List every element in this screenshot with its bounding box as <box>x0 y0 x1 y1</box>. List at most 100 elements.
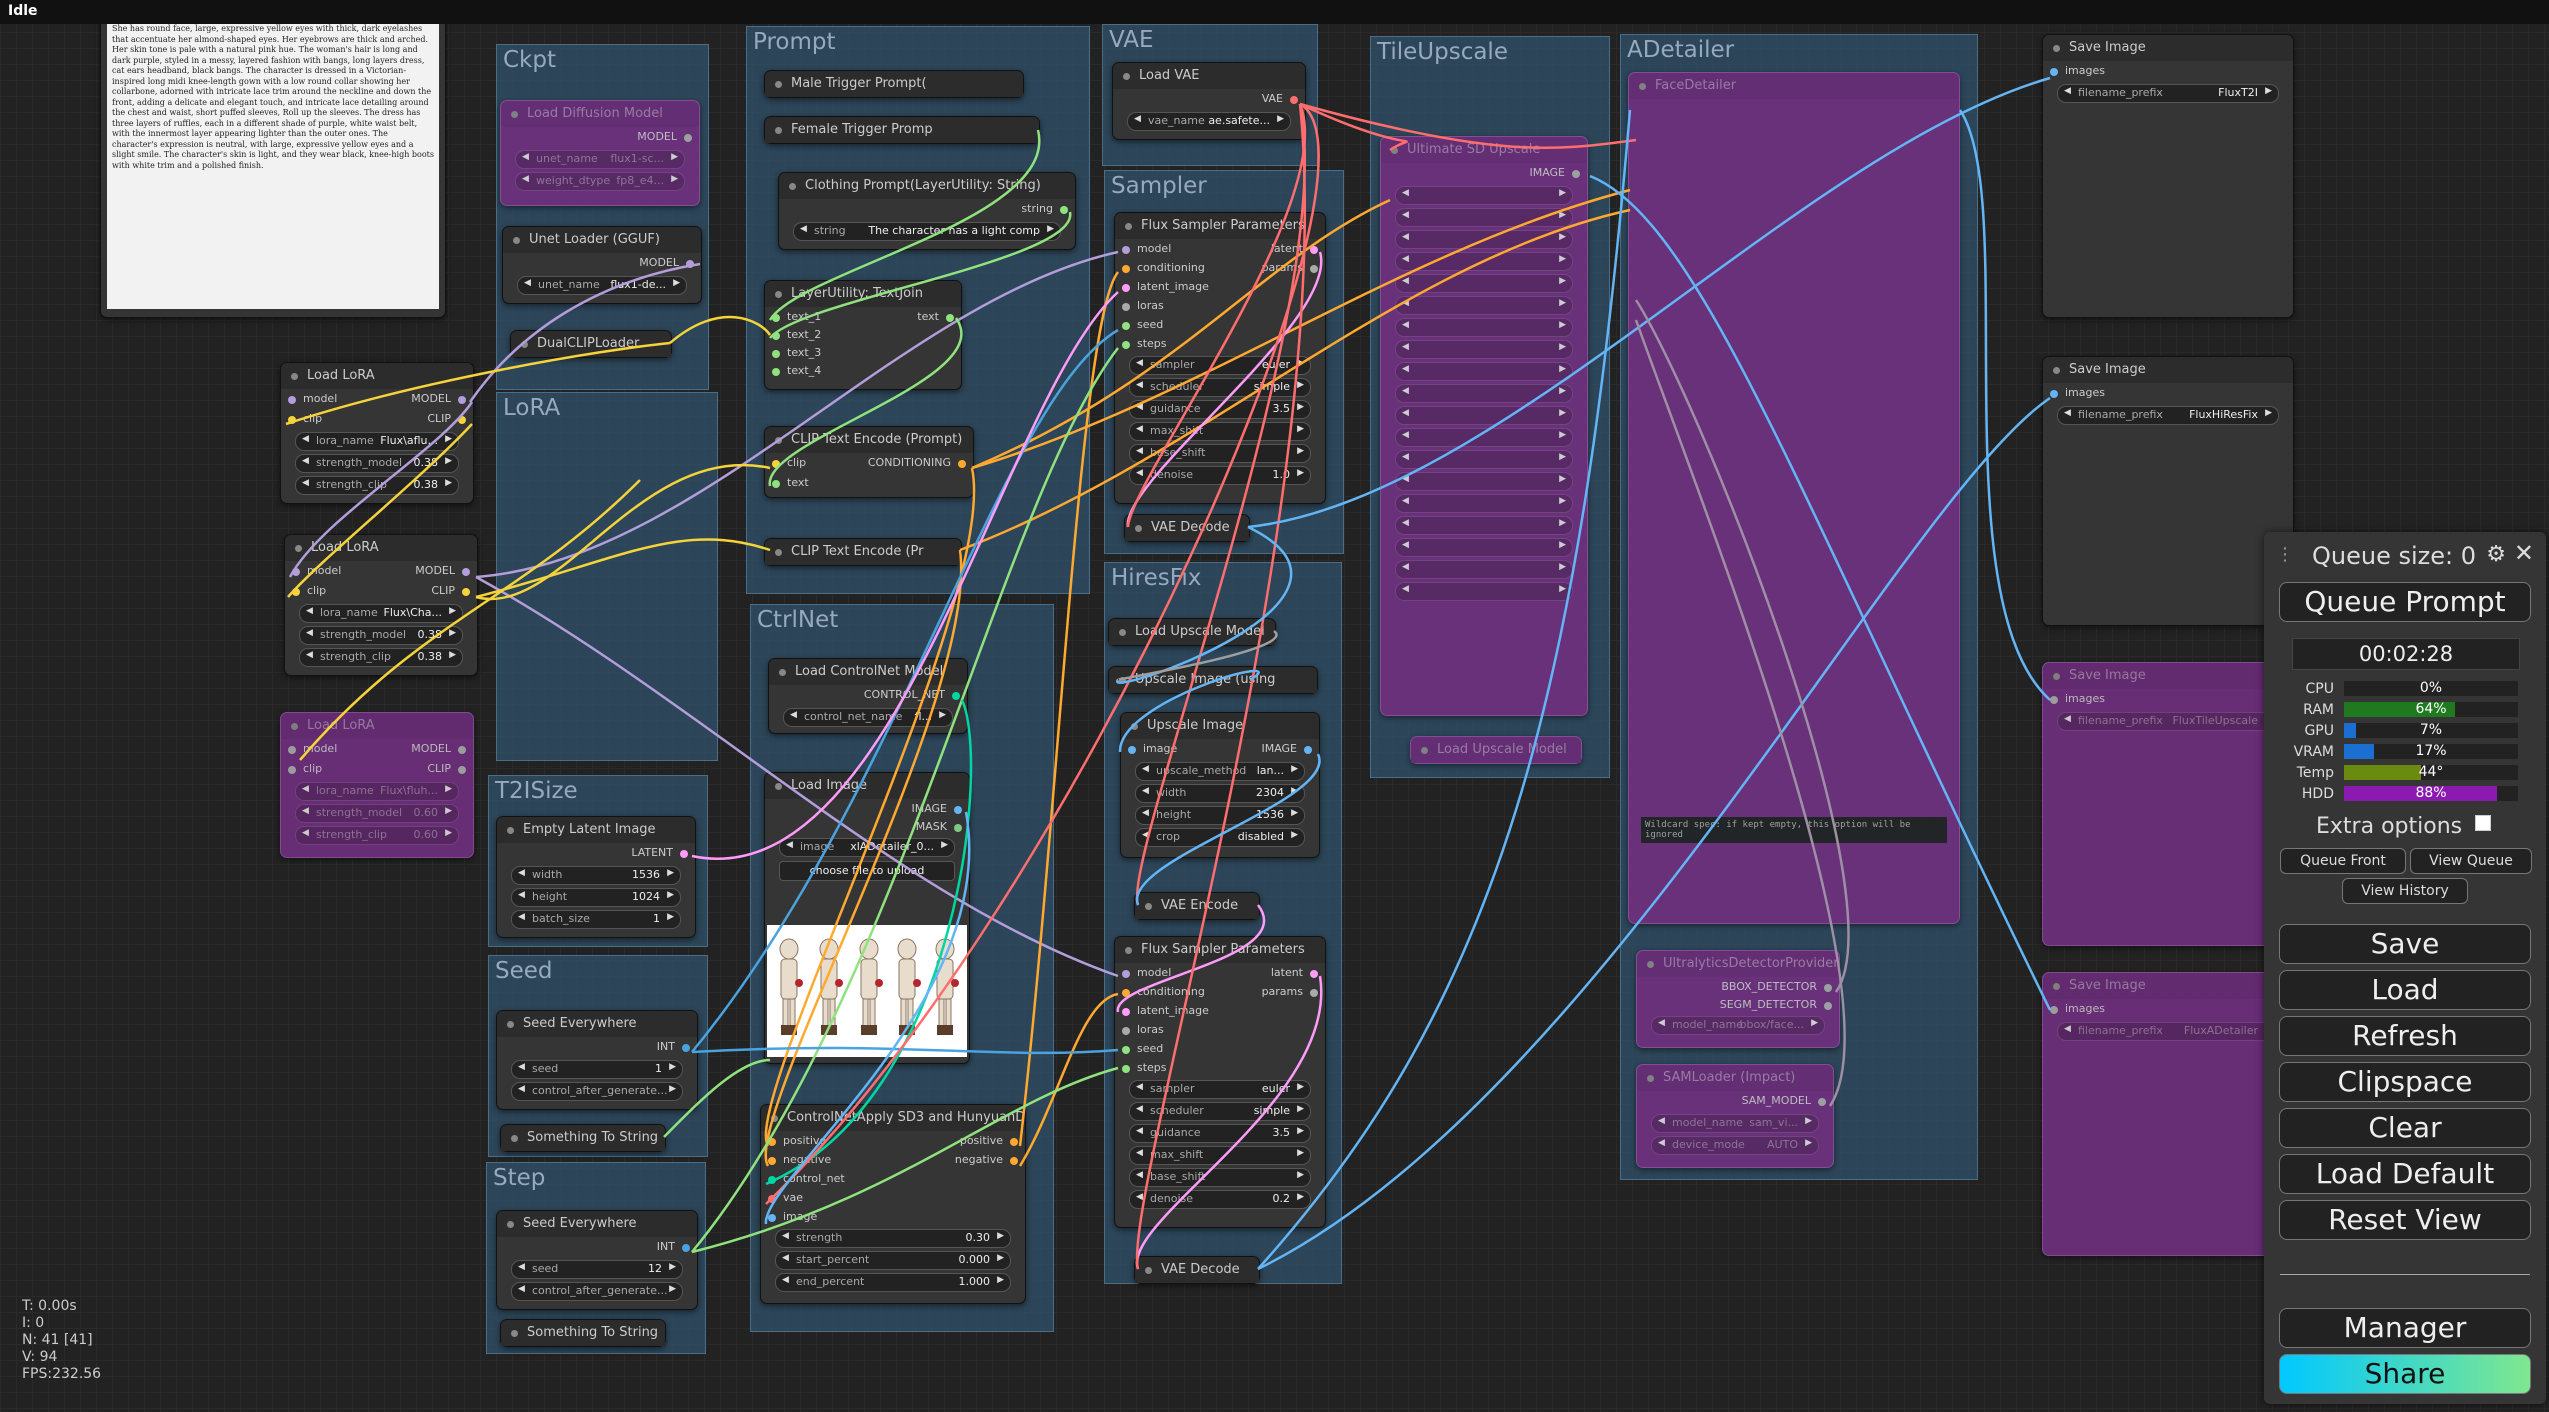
load-default-button[interactable]: Load Default <box>2279 1154 2531 1194</box>
seed-widget[interactable] <box>1395 208 1573 227</box>
tile-padding-widget[interactable] <box>1395 428 1573 447</box>
batch-size-widget[interactable]: batch_size1 <box>511 910 681 929</box>
choose-file-button[interactable]: choose file to upload <box>779 861 955 881</box>
denoise-widget[interactable]: denoise1.0 <box>1129 466 1311 485</box>
denoise-widget[interactable]: denoise0.2 <box>1129 1190 1311 1209</box>
max-shift-widget[interactable]: max_shift <box>1129 1146 1311 1165</box>
wildcard-textarea[interactable]: Wildcard spec: if kept empty, this optio… <box>1641 817 1947 843</box>
weight-dtype-widget[interactable]: weight_dtypefp8_e4... <box>515 172 685 191</box>
textjoin-node[interactable]: LayerUtility: TextJoin text_1 text text_2… <box>764 280 962 390</box>
control-net-name-widget[interactable]: control_net_namefl... <box>783 708 953 727</box>
base-shift-widget[interactable]: base_shift <box>1129 444 1311 463</box>
sampler-widget[interactable]: samplereuler <box>1129 1080 1311 1099</box>
model-name-widget[interactable]: model_namesam_vi... <box>1651 1114 1819 1133</box>
lora-name-widget[interactable]: lora_nameFlux\aflu... <box>295 432 459 451</box>
denoise-widget[interactable] <box>1395 318 1573 337</box>
cfg-widget[interactable] <box>1395 252 1573 271</box>
control-after-generate-widget[interactable]: control_after_generate... <box>511 1082 683 1101</box>
empty-latent-image-node[interactable]: Empty Latent Image LATENT width1536 heig… <box>496 816 696 938</box>
reset-view-button[interactable]: Reset View <box>2279 1200 2531 1240</box>
load-controlnet-model-node[interactable]: Load ControlNet Model CONTROL_NET contro… <box>768 658 968 734</box>
mode-widget[interactable] <box>1395 340 1573 359</box>
female-trigger-prompt-node[interactable]: Female Trigger Promp <box>764 116 1040 144</box>
seam-fix-mask-blur-widget[interactable] <box>1395 516 1573 535</box>
seed-everywhere-node-1[interactable]: Seed Everywhere INT seed1 control_after_… <box>496 1010 698 1110</box>
share-button[interactable]: Share <box>2279 1354 2531 1394</box>
save-image-node-3[interactable]: Save Image images filename_prefixFluxTil… <box>2042 662 2294 946</box>
seam-fix-denoise-widget[interactable] <box>1395 472 1573 491</box>
manager-button[interactable]: Manager <box>2279 1308 2531 1348</box>
node-graph-canvas[interactable]: Idle She has round face, large, expressi… <box>0 0 2549 1412</box>
controlnet-apply-node[interactable]: ControlNetApply SD3 and HunyuanDiT posit… <box>760 1104 1026 1304</box>
queue-front-button[interactable]: Queue Front <box>2280 848 2406 874</box>
string-widget[interactable]: stringThe character has a light comp <box>793 222 1061 241</box>
upscale-method-widget[interactable]: upscale_methodlan... <box>1135 762 1305 781</box>
refresh-button[interactable]: Refresh <box>2279 1016 2531 1056</box>
clipspace-button[interactable]: Clipspace <box>2279 1062 2531 1102</box>
dualcliploader-node[interactable]: DualCLIPLoader <box>510 330 672 358</box>
load-lora-node-3[interactable]: Load LoRA modelMODEL clipCLIP lora_nameF… <box>280 712 474 858</box>
lora-name-widget[interactable]: lora_nameFlux\Cha... <box>299 604 463 623</box>
sampler-widget[interactable]: samplereuler <box>1129 356 1311 375</box>
close-icon[interactable]: ✕ <box>2514 539 2534 567</box>
filename-prefix-widget[interactable]: filename_prefixFluxHiResFix <box>2057 406 2279 425</box>
vae-encode-node[interactable]: VAE Encode <box>1134 892 1260 920</box>
load-vae-node[interactable]: Load VAE VAE vae_nameae.safete... <box>1112 62 1306 140</box>
prompt-note-node[interactable]: She has round face, large, expressive ye… <box>100 14 446 318</box>
view-history-button[interactable]: View History <box>2342 878 2468 904</box>
scheduler-widget[interactable] <box>1395 296 1573 315</box>
ultimate-sd-upscale-node[interactable]: Ultimate SD Upscale IMAGE <box>1380 136 1588 716</box>
queue-prompt-button[interactable]: Queue Prompt <box>2279 582 2531 622</box>
strength-clip-widget[interactable]: strength_clip0.38 <box>295 476 459 495</box>
load-button[interactable]: Load <box>2279 970 2531 1010</box>
extra-options[interactable]: Extra options <box>2316 814 2492 839</box>
strength-clip-widget[interactable]: strength_clip0.60 <box>295 826 459 845</box>
force-uniform-tiles-widget[interactable] <box>1395 560 1573 579</box>
image-widget[interactable]: imagexlADetailer_0... <box>779 838 955 857</box>
start-percent-widget[interactable]: start_percent0.000 <box>775 1251 1011 1270</box>
strength-model-widget[interactable]: strength_model0.60 <box>295 804 459 823</box>
queue-menu-panel[interactable]: ⋮ Queue size: 0 ⚙ ✕ Queue Prompt 00:02:2… <box>2264 532 2546 1404</box>
flux-sampler-params-node-1[interactable]: Flux Sampler Parameters model latent cond… <box>1114 212 1326 504</box>
seam-fix-padding-widget[interactable] <box>1395 538 1573 557</box>
save-image-node-4[interactable]: Save Image images filename_prefixFluxADe… <box>2042 972 2294 1256</box>
width-widget[interactable]: width2304 <box>1135 784 1305 803</box>
something-to-string-node-2[interactable]: Something To String <box>500 1319 666 1347</box>
ultralytics-detector-node[interactable]: UltralyticsDetectorProvider BBOX_DETECTO… <box>1636 950 1840 1048</box>
something-to-string-node-1[interactable]: Something To String <box>500 1124 666 1152</box>
unet-name-widget[interactable]: unet_nameflux1-de... <box>517 276 687 295</box>
model-name-widget[interactable]: model_namebbox/face... <box>1651 1016 1825 1035</box>
load-upscale-model-node-2[interactable]: Load Upscale Model <box>1410 736 1582 764</box>
steps-widget[interactable] <box>1395 230 1573 249</box>
flux-sampler-params-node-2[interactable]: Flux Sampler Parameters model latent cond… <box>1114 936 1326 1228</box>
control-after-generate-widget[interactable]: control_after_generate... <box>511 1282 683 1301</box>
strength-clip-widget[interactable]: strength_clip0.38 <box>299 648 463 667</box>
strength-model-widget[interactable]: strength_model0.38 <box>295 454 459 473</box>
load-lora-node-1[interactable]: Load LoRA modelMODEL clipCLIP lora_nameF… <box>280 362 474 504</box>
drag-handle-icon[interactable]: ⋮ <box>2276 544 2294 565</box>
height-widget[interactable]: height1024 <box>511 888 681 907</box>
filename-prefix-widget[interactable]: filename_prefixFluxT2I <box>2057 84 2279 103</box>
sampler-widget[interactable] <box>1395 274 1573 293</box>
load-image-node[interactable]: Load Image IMAGE MASK imagexlADetailer_0… <box>764 772 970 1064</box>
seed-widget[interactable]: seed1 <box>511 1060 683 1079</box>
clip-text-encode-node-2[interactable]: CLIP Text Encode (Pr <box>764 538 962 566</box>
view-queue-button[interactable]: View Queue <box>2410 848 2532 874</box>
filename-prefix-widget[interactable]: filename_prefixFluxTileUpscale <box>2057 712 2279 731</box>
guidance-widget[interactable]: guidance3.5 <box>1129 400 1311 419</box>
clip-text-encode-node[interactable]: CLIP Text Encode (Prompt) clip CONDITIONI… <box>764 426 974 498</box>
lora-name-widget[interactable]: lora_nameFlux\fluh... <box>295 782 459 801</box>
strength-widget[interactable]: strength0.30 <box>775 1229 1011 1248</box>
scheduler-widget[interactable]: schedulersimple <box>1129 1102 1311 1121</box>
width-widget[interactable]: width1536 <box>511 866 681 885</box>
max-shift-widget[interactable]: max_shift <box>1129 422 1311 441</box>
height-widget[interactable]: height1536 <box>1135 806 1305 825</box>
male-trigger-prompt-node[interactable]: Male Trigger Prompt( <box>764 70 1024 98</box>
guidance-widget[interactable]: guidance3.5 <box>1129 1124 1311 1143</box>
save-image-node-1[interactable]: Save Image images filename_prefixFluxT2I <box>2042 34 2294 318</box>
seed-widget[interactable]: seed12 <box>511 1260 683 1279</box>
end-percent-widget[interactable]: end_percent1.000 <box>775 1273 1011 1292</box>
extra-options-checkbox[interactable] <box>2475 815 2492 831</box>
vae-name-widget[interactable]: vae_nameae.safete... <box>1127 112 1291 131</box>
mask-blur-widget[interactable] <box>1395 406 1573 425</box>
